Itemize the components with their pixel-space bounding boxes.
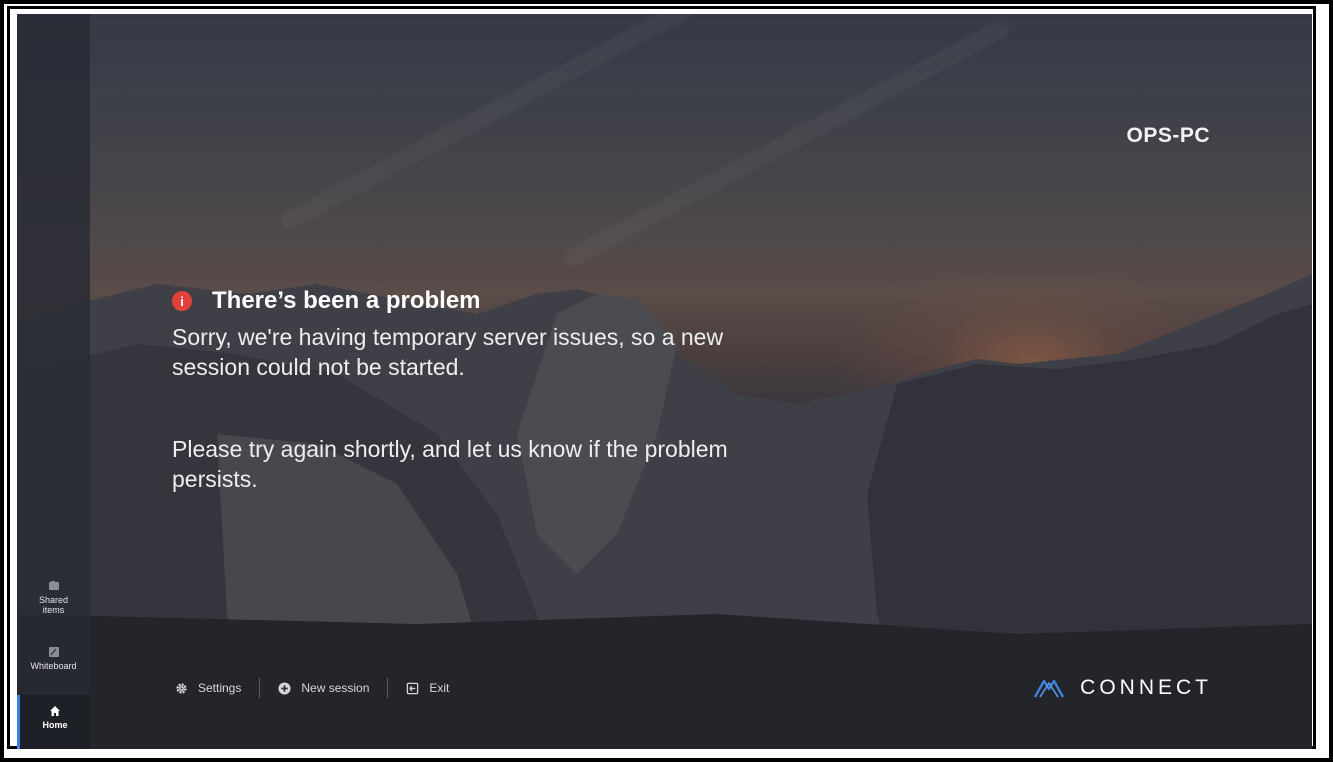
sidebar-item-whiteboard[interactable]: Whiteboard	[17, 646, 90, 671]
gear-icon	[176, 682, 187, 694]
exit-label: Exit	[429, 681, 450, 695]
divider	[259, 678, 261, 698]
error-hint: Please try again shortly, and let us kno…	[172, 436, 728, 492]
sidebar-item-home[interactable]: Home	[17, 695, 90, 749]
error-title: There’s been a problem	[212, 287, 481, 314]
new-session-button[interactable]: New session	[278, 681, 369, 695]
sidebar-item-label: Whiteboard	[30, 661, 77, 671]
sidebar-item-label: Shared items	[38, 595, 69, 615]
exit-icon	[407, 682, 419, 694]
brand-logo: CONNECT	[1034, 676, 1212, 700]
bottom-action-bar: Settings New session Exit	[175, 678, 449, 698]
shared-items-icon	[48, 581, 59, 590]
info-alert-icon: i	[172, 291, 192, 311]
whiteboard-icon	[48, 647, 59, 657]
app-screen: Shared items Whiteboard Home OPS-PC i Th…	[17, 14, 1312, 749]
divider	[387, 678, 389, 698]
sidebar-item-shared-items[interactable]: Shared items	[17, 580, 90, 615]
connect-logo-icon	[1034, 679, 1065, 698]
error-message: Sorry, we're having temporary server iss…	[172, 324, 724, 380]
error-heading: i There’s been a problem	[172, 287, 481, 315]
exit-button[interactable]: Exit	[406, 681, 449, 695]
plus-circle-icon	[278, 681, 291, 695]
new-session-label: New session	[301, 681, 370, 695]
home-icon	[50, 706, 60, 716]
settings-label: Settings	[198, 681, 242, 695]
hostname-label: OPS-PC	[1126, 124, 1210, 147]
sidebar-item-label: Home	[42, 720, 68, 730]
settings-button[interactable]: Settings	[175, 681, 241, 695]
brand-name: CONNECT	[1080, 676, 1212, 699]
sidebar: Shared items Whiteboard Home	[17, 14, 90, 749]
